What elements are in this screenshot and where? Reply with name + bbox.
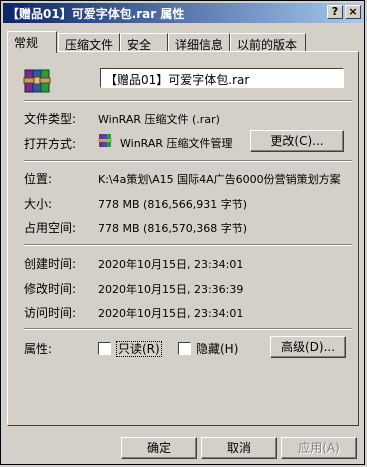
separator [24,160,352,162]
readonly-checkbox[interactable] [98,342,111,355]
tab-previous-versions[interactable]: 以前的版本 [230,33,306,52]
close-button[interactable]: × [345,5,361,19]
disk-size-value: 778 MB (816,570,368 字节) [98,222,248,235]
properties-dialog: 【赠品01】可爱字体包.rar 属性 ? × 常规 压缩文件 安全 详细信息 以… [0,0,365,465]
ok-button[interactable]: 确定 [121,437,197,459]
separator [24,100,352,102]
created-label: 创建时间: [24,257,77,271]
help-button[interactable]: ? [327,5,343,19]
file-type-label: 文件类型: [24,112,77,126]
winrar-archive-icon [23,69,51,93]
cancel-button[interactable]: 取消 [201,437,277,459]
open-with-label: 打开方式: [24,137,77,151]
winrar-app-icon [98,134,112,147]
tab-details[interactable]: 详细信息 [168,33,230,52]
open-with-value: WinRAR 压缩文件管理 [120,137,233,150]
file-type-value: WinRAR 压缩文件 (.rar) [98,113,220,126]
attributes-label: 属性: [24,342,53,356]
separator [24,244,352,246]
accessed-value: 2020年10月15日, 23:34:01 [98,307,244,320]
general-panel: 【赠品01】可爱字体包.rar 文件类型: WinRAR 压缩文件 (.rar)… [7,51,359,426]
size-value: 778 MB (816,566,931 字节) [98,198,248,211]
created-value: 2020年10月15日, 23:34:01 [98,258,244,271]
location-label: 位置: [24,172,53,186]
apply-button[interactable]: 应用(A) [281,437,357,459]
file-name-input[interactable]: 【赠品01】可爱字体包.rar [100,68,344,88]
location-value: K:\4a策划\A15 国际4A广告6000份营销策划方案 [98,173,341,186]
size-label: 大小: [24,197,53,211]
separator [24,328,352,330]
tab-security[interactable]: 安全 [120,33,168,52]
accessed-label: 访问时间: [24,306,77,320]
tab-archive[interactable]: 压缩文件 [58,33,120,52]
disk-size-label: 占用空间: [24,221,77,235]
hidden-checkbox[interactable] [178,342,191,355]
tab-general[interactable]: 常规 [7,31,57,53]
window-title: 【赠品01】可爱字体包.rar 属性 [7,7,185,21]
modified-value: 2020年10月15日, 23:36:39 [98,283,244,296]
readonly-label-text: 只读(R) [116,341,162,357]
title-bar[interactable]: 【赠品01】可爱字体包.rar 属性 ? × [3,3,364,23]
hidden-label[interactable]: 隐藏(H) [196,340,238,357]
advanced-button[interactable]: 高级(D)... [270,336,346,358]
readonly-label[interactable]: 只读(R) [116,340,162,357]
tab-strip: 常规 压缩文件 安全 详细信息 以前的版本 [7,31,357,53]
modified-label: 修改时间: [24,282,77,296]
change-button[interactable]: 更改(C)... [250,130,344,152]
